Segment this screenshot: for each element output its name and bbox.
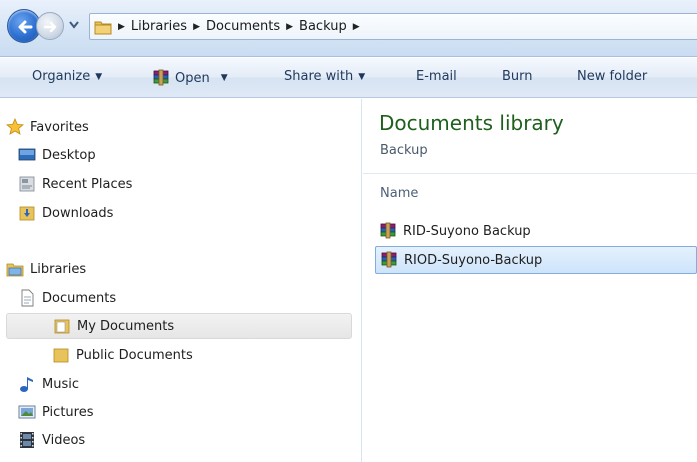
forward-arrow-icon	[43, 21, 57, 33]
folder-icon	[94, 21, 112, 35]
organize-button[interactable]: Organize ▼	[32, 69, 102, 84]
breadcrumb-separator-icon[interactable]: ▶	[353, 22, 360, 32]
recent-places-icon	[19, 176, 35, 192]
forward-button[interactable]	[36, 12, 64, 40]
nav-documents-label: Documents	[42, 290, 117, 306]
chevron-down-icon: ▼	[220, 73, 228, 83]
organize-label: Organize	[32, 69, 91, 84]
nav-libraries[interactable]: Libraries	[6, 256, 86, 282]
folder-icon	[53, 348, 69, 363]
winrar-archive-icon	[381, 251, 397, 268]
folder-icon	[54, 319, 70, 334]
libraries-icon	[6, 263, 24, 277]
library-title: Documents library	[379, 111, 564, 135]
desktop-icon	[18, 148, 36, 161]
nav-recent-places[interactable]: Recent Places	[18, 171, 132, 197]
music-note-icon	[20, 377, 33, 392]
document-icon	[21, 289, 34, 307]
breadcrumb-separator-icon[interactable]: ▶	[286, 22, 293, 32]
nav-downloads[interactable]: Downloads	[18, 200, 113, 226]
nav-desktop[interactable]: Desktop	[18, 142, 96, 168]
burn-label: Burn	[502, 69, 533, 84]
nav-favorites[interactable]: Favorites	[6, 114, 89, 140]
winrar-archive-icon	[153, 69, 169, 86]
breadcrumb-documents[interactable]: Documents	[206, 19, 280, 34]
nav-recent-places-label: Recent Places	[42, 176, 133, 192]
file-name: RIOD-Suyono-Backup	[404, 252, 543, 268]
share-with-label: Share with	[284, 69, 354, 84]
open-button[interactable]: Open ▼	[152, 69, 228, 87]
back-arrow-icon	[18, 20, 33, 34]
file-item[interactable]: RID-Suyono Backup	[375, 217, 697, 245]
new-folder-label: New folder	[577, 69, 648, 84]
chevron-down-icon: ▼	[358, 71, 366, 82]
nav-documents[interactable]: Documents	[18, 285, 116, 311]
nav-public-documents-label: Public Documents	[76, 347, 193, 363]
command-bar: Organize ▼ Open ▼ Share with ▼ E-mail Bu…	[0, 58, 697, 98]
new-folder-button[interactable]: New folder	[577, 69, 647, 84]
nav-desktop-label: Desktop	[42, 147, 96, 163]
film-icon	[20, 432, 34, 448]
file-name: RID-Suyono Backup	[403, 223, 531, 239]
open-label: Open	[175, 70, 210, 86]
star-icon	[6, 118, 24, 135]
column-header-row: Name	[363, 173, 697, 213]
library-subtitle: Backup	[380, 143, 428, 158]
breadcrumb-libraries[interactable]: Libraries	[131, 19, 187, 34]
email-button[interactable]: E-mail	[416, 69, 457, 84]
nav-public-documents[interactable]: Public Documents	[52, 342, 193, 368]
breadcrumb-separator-icon[interactable]: ▶	[118, 22, 125, 32]
breadcrumb-separator-icon[interactable]: ▶	[193, 22, 200, 32]
nav-pictures-label: Pictures	[42, 404, 94, 420]
pictures-icon	[18, 405, 36, 419]
nav-favorites-label: Favorites	[30, 119, 89, 135]
nav-videos[interactable]: Videos	[18, 427, 85, 453]
nav-videos-label: Videos	[42, 432, 86, 448]
breadcrumb-backup[interactable]: Backup	[299, 19, 347, 34]
burn-button[interactable]: Burn	[502, 69, 533, 84]
breadcrumb: ▶ Libraries ▶ Documents ▶ Backup ▶	[118, 19, 360, 34]
recent-pages-dropdown-icon[interactable]	[69, 21, 79, 29]
address-bar-region: ▶ Libraries ▶ Documents ▶ Backup ▶	[0, 0, 697, 57]
chevron-down-icon: ▼	[95, 71, 103, 82]
share-with-button[interactable]: Share with ▼	[284, 69, 365, 84]
nav-my-documents[interactable]: My Documents	[6, 313, 352, 339]
nav-libraries-label: Libraries	[30, 261, 87, 277]
file-item-selected[interactable]: RIOD-Suyono-Backup	[375, 246, 697, 274]
nav-music[interactable]: Music	[18, 371, 79, 397]
file-list-pane: Documents library Backup Name RID-Suyono…	[363, 99, 697, 462]
nav-downloads-label: Downloads	[42, 205, 114, 221]
column-header-name[interactable]: Name	[380, 186, 418, 201]
address-field[interactable]: ▶ Libraries ▶ Documents ▶ Backup ▶	[89, 13, 697, 40]
email-label: E-mail	[416, 69, 457, 84]
nav-my-documents-label: My Documents	[77, 318, 175, 334]
nav-music-label: Music	[42, 376, 79, 392]
winrar-archive-icon	[380, 222, 396, 239]
downloads-icon	[19, 206, 35, 221]
navigation-pane: Favorites Desktop Recent Places Download…	[0, 99, 362, 462]
nav-pictures[interactable]: Pictures	[18, 399, 93, 425]
